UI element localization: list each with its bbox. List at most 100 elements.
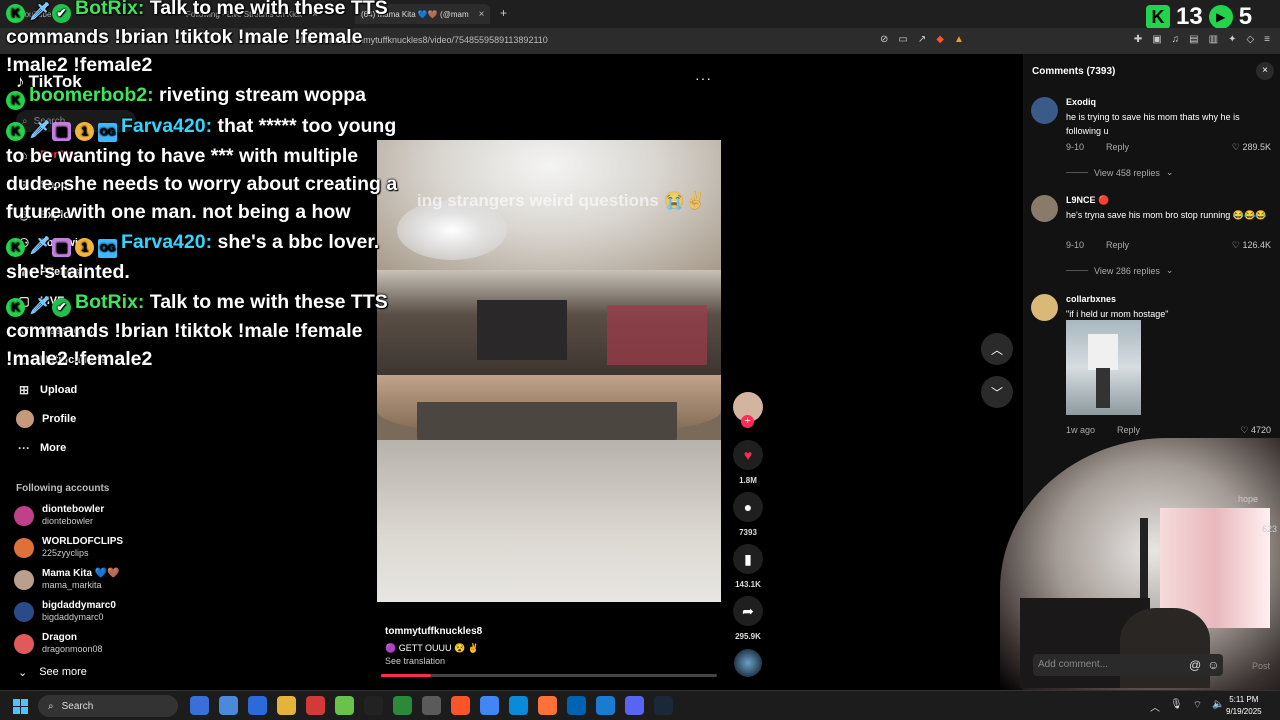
following-account[interactable]: WORLDOFCLIPS 225zyyclips	[14, 536, 123, 559]
reply-button[interactable]: Reply	[1117, 425, 1140, 435]
taskbar-app-icon[interactable]	[509, 696, 528, 715]
comment-image[interactable]	[1066, 320, 1141, 415]
taskbar-app-icon[interactable]	[335, 696, 354, 715]
comment-user[interactable]: L9NCE 🔴	[1066, 195, 1109, 206]
taskbar-clock[interactable]: 5:11 PM 9/19/2025	[1226, 694, 1262, 718]
video-author[interactable]: tommytuffknuckles8	[385, 626, 482, 637]
share-icon[interactable]: ↗	[918, 34, 926, 45]
reply-button[interactable]: Reply	[1106, 240, 1129, 250]
taskbar-app-icon[interactable]	[654, 696, 673, 715]
image-content	[1096, 368, 1110, 408]
mention-icon[interactable]: @	[1189, 658, 1201, 672]
view-replies-button[interactable]: View 458 replies ⌄	[1066, 167, 1173, 178]
sidebar-icon[interactable]: ▤	[1189, 34, 1198, 45]
video-player[interactable]: ing strangers weird questions 😭✌	[377, 140, 721, 602]
screenshot-icon[interactable]: ▣	[1152, 34, 1161, 45]
see-translation-link[interactable]: See translation	[385, 656, 445, 666]
save-button[interactable]: ▮	[733, 544, 763, 574]
kick-count-a: 13	[1176, 3, 1203, 30]
comment-icon: ●	[743, 499, 753, 515]
menu-icon[interactable]: ≡	[1264, 34, 1270, 45]
brave-shield-icon[interactable]: ◆	[936, 34, 944, 45]
following-account[interactable]: bigdaddymarc0 bigdaddymarc0	[14, 600, 116, 623]
comment-user[interactable]: collarbxnes	[1066, 294, 1116, 304]
rewards-icon[interactable]: ▲	[954, 34, 964, 45]
close-icon[interactable]: ×	[1256, 62, 1274, 80]
chat-username[interactable]: BotRix:	[75, 291, 144, 313]
avatar[interactable]	[1031, 294, 1058, 321]
avatar[interactable]	[1031, 97, 1058, 124]
mic-icon[interactable]: 🎙	[1170, 699, 1183, 714]
new-tab-button[interactable]: +	[500, 6, 507, 20]
taskbar-app-icon[interactable]	[190, 696, 209, 715]
comments-title: Comments (7393)	[1032, 66, 1116, 77]
comment-like[interactable]: ♡ 289.5K	[1232, 142, 1271, 153]
taskbar-app-icon[interactable]	[393, 696, 412, 715]
nav-profile[interactable]: Profile	[16, 410, 76, 428]
vpn-icon[interactable]: ◇	[1246, 34, 1254, 45]
chat-message: K 🗡 ✔ BotRix: Talk to me with these TTS com…	[6, 0, 401, 79]
follow-plus-icon[interactable]: +	[741, 415, 754, 428]
reply-button[interactable]: Reply	[1106, 142, 1129, 152]
emoji-icon[interactable]: ☺	[1207, 658, 1219, 672]
nav-more[interactable]: ··· More	[16, 441, 66, 455]
chat-badge-og-icon: OG	[98, 239, 117, 258]
toolbar-icons: ✚ ▣ ♫ ▤ ▥ ✦ ◇ ≡	[1134, 34, 1270, 45]
comment-button[interactable]: ●	[733, 492, 763, 522]
previous-video-button[interactable]: ︿	[981, 333, 1013, 365]
taskbar-search[interactable]: ⌕ Search	[38, 695, 178, 717]
chat-username[interactable]: boomerbob2:	[29, 84, 154, 106]
avatar	[14, 505, 34, 526]
leo-icon[interactable]: ✦	[1228, 34, 1236, 45]
comment-like[interactable]: ♡ 4720	[1240, 425, 1271, 436]
comment-user[interactable]: Exodiq	[1066, 97, 1096, 107]
avatar[interactable]	[1031, 195, 1058, 222]
next-video-button[interactable]: ﹀	[981, 376, 1013, 408]
share-button[interactable]: ➦	[733, 596, 763, 626]
chat-username[interactable]: Farva420:	[121, 115, 212, 137]
taskbar-app-icon[interactable]	[248, 696, 267, 715]
taskbar-app-icon[interactable]	[451, 696, 470, 715]
taskbar-app-icon[interactable]	[364, 696, 383, 715]
extensions-icon[interactable]: ✚	[1134, 34, 1142, 45]
comment-like[interactable]: ♡ 126.4K	[1232, 240, 1271, 251]
music-disc-icon[interactable]	[734, 649, 762, 677]
video-progress-bar[interactable]	[381, 674, 717, 677]
tab-close-icon[interactable]: ×	[479, 9, 485, 20]
network-icon[interactable]: ⌔	[1193, 699, 1202, 714]
taskbar-app-icon[interactable]	[567, 696, 586, 715]
nav-upload[interactable]: ⊞ Upload	[16, 383, 77, 397]
mute-icon[interactable]: ⊘	[880, 34, 888, 45]
taskbar-app-icon[interactable]	[480, 696, 499, 715]
following-account[interactable]: diontebowler diontebowler	[14, 504, 104, 527]
see-more-button[interactable]: ⌄ See more	[18, 666, 87, 679]
taskbar-app-icon[interactable]	[277, 696, 296, 715]
windows-start-icon[interactable]	[13, 699, 28, 714]
search-icon: ⌕	[48, 700, 54, 712]
following-account[interactable]: Dragon dragonmoon08	[14, 632, 103, 655]
taskbar-apps	[190, 696, 673, 715]
chat-username[interactable]: Farva420:	[121, 231, 212, 253]
more-options-icon[interactable]: ···	[695, 70, 712, 86]
account-handle: dragonmoon08	[42, 644, 103, 654]
following-account[interactable]: Mama Kita 💙🤎 mama_markita	[14, 568, 120, 591]
like-button[interactable]: ♥	[733, 440, 763, 470]
taskbar-app-icon[interactable]	[219, 696, 238, 715]
video-scene	[607, 305, 707, 365]
volume-icon[interactable]: 🔈	[1212, 699, 1224, 714]
comment-meta: 1w ago Reply	[1066, 425, 1140, 435]
taskbar-app-icon[interactable]	[422, 696, 441, 715]
taskbar-app-icon[interactable]	[306, 696, 325, 715]
wallet-icon[interactable]: ▥	[1209, 34, 1218, 45]
taskbar-app-icon[interactable]	[596, 696, 615, 715]
taskbar-app-icon[interactable]	[625, 696, 644, 715]
post-button[interactable]: Post	[1252, 661, 1270, 671]
view-replies-button[interactable]: View 286 replies ⌄	[1066, 265, 1173, 276]
media-icon[interactable]: ♫	[1172, 34, 1180, 45]
chat-username[interactable]: BotRix:	[75, 0, 144, 19]
chat-badge-kick-icon: K	[6, 298, 25, 317]
comment-date: 9-10	[1066, 240, 1085, 250]
cast-icon[interactable]: ▭	[898, 34, 907, 45]
taskbar-app-icon[interactable]	[538, 696, 557, 715]
chevron-up-icon[interactable]: ︿	[1150, 699, 1160, 714]
